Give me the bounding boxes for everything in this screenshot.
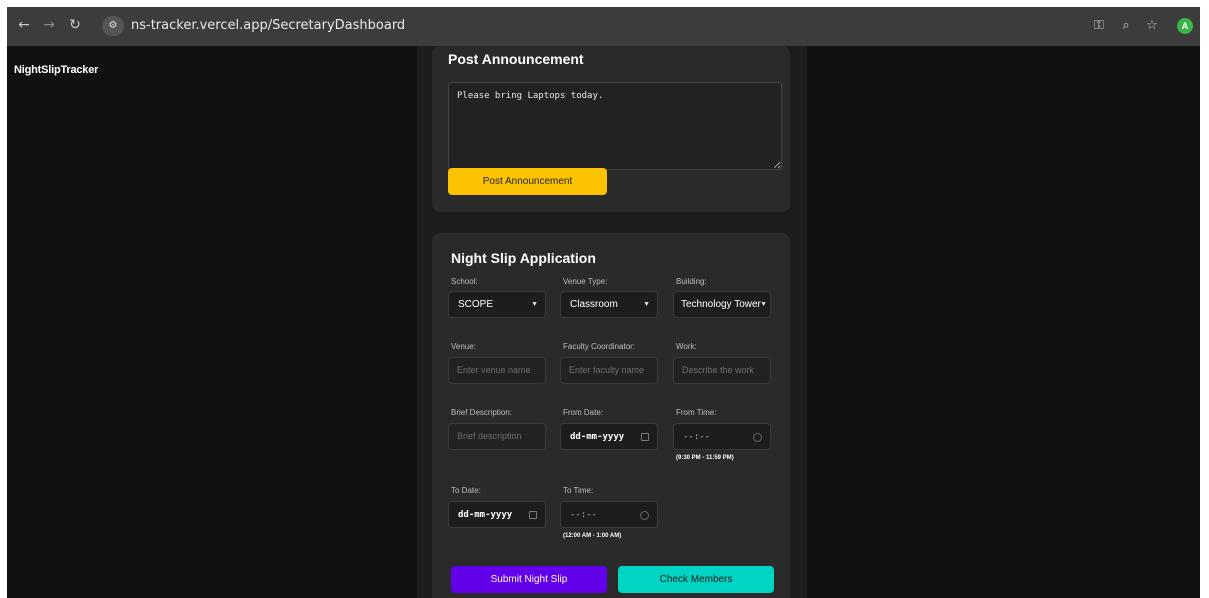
reload-icon[interactable]: ↻ (66, 16, 84, 34)
building-select[interactable]: Technology Tower ▼ (673, 291, 771, 318)
calendar-icon[interactable] (641, 433, 649, 441)
venue-type-select[interactable]: Classroom ▼ (560, 291, 658, 318)
building-label: Building: (676, 277, 707, 286)
arrow-right-icon[interactable]: → (40, 16, 58, 34)
browser-toolbar: ← → ↻ ⚙ ns-tracker.vercel.app/SecretaryD… (7, 7, 1200, 46)
venue-type-label: Venue Type: (563, 277, 608, 286)
building-value: Technology Tower (681, 299, 761, 310)
arrow-left-icon[interactable]: ← (15, 16, 33, 34)
to-time-hint: (12:00 AM - 1:00 AM) (563, 533, 622, 539)
to-time-placeholder: --:-- (570, 510, 598, 520)
to-time-input[interactable]: --:-- (560, 501, 658, 528)
announcement-title: Post Announcement (448, 51, 584, 67)
work-input[interactable] (673, 357, 771, 384)
to-date-placeholder: dd-mm-yyyy (458, 510, 513, 520)
calendar-icon[interactable] (529, 511, 537, 519)
from-time-hint: (9:30 PM - 11:59 PM) (676, 455, 734, 461)
faculty-input[interactable] (560, 357, 658, 384)
from-time-placeholder: --:-- (683, 432, 711, 442)
chevron-down-icon: ▼ (531, 301, 538, 308)
app-title: NightSlipTracker (14, 64, 99, 76)
post-announcement-button[interactable]: Post Announcement (448, 168, 607, 195)
venue-type-value: Classroom (570, 299, 618, 310)
clock-icon[interactable] (753, 433, 762, 442)
chevron-down-icon: ▼ (760, 301, 767, 308)
to-date-label: To Date: (451, 486, 481, 495)
from-time-input[interactable]: --:-- (673, 423, 771, 450)
to-date-input[interactable]: dd-mm-yyyy (448, 501, 546, 528)
clock-icon[interactable] (640, 511, 649, 520)
from-date-label: From Date: (563, 408, 604, 417)
school-select[interactable]: SCOPE ▼ (448, 291, 546, 318)
venue-input[interactable] (448, 357, 546, 384)
venue-label: Venue: (451, 342, 476, 351)
night-slip-title: Night Slip Application (451, 250, 596, 266)
chevron-down-icon: ▼ (643, 301, 650, 308)
url-text[interactable]: ns-tracker.vercel.app/SecretaryDashboard (131, 18, 405, 33)
school-value: SCOPE (458, 299, 494, 310)
browser-window: ← → ↻ ⚙ ns-tracker.vercel.app/SecretaryD… (7, 7, 1200, 598)
site-settings-icon[interactable]: ⚙ (102, 16, 124, 36)
announcement-textarea[interactable]: Please bring Laptops today. (448, 82, 782, 170)
zoom-icon[interactable]: ⌕ (1117, 17, 1135, 35)
brief-label: Brief Description: (451, 408, 512, 417)
profile-avatar[interactable]: A (1177, 18, 1193, 34)
brief-input[interactable] (448, 423, 546, 450)
star-icon[interactable]: ☆ (1143, 17, 1161, 35)
school-label: School: (451, 277, 478, 286)
key-icon[interactable]: ⚿ (1090, 17, 1108, 35)
from-date-input[interactable]: dd-mm-yyyy (560, 423, 658, 450)
work-label: Work: (676, 342, 697, 351)
from-date-placeholder: dd-mm-yyyy (570, 432, 625, 442)
to-time-label: To Time: (563, 486, 594, 495)
faculty-label: Faculty Coordinator: (563, 342, 636, 351)
submit-night-slip-button[interactable]: Submit Night Slip (451, 566, 607, 593)
check-members-button[interactable]: Check Members (618, 566, 774, 593)
from-time-label: From Time: (676, 408, 717, 417)
